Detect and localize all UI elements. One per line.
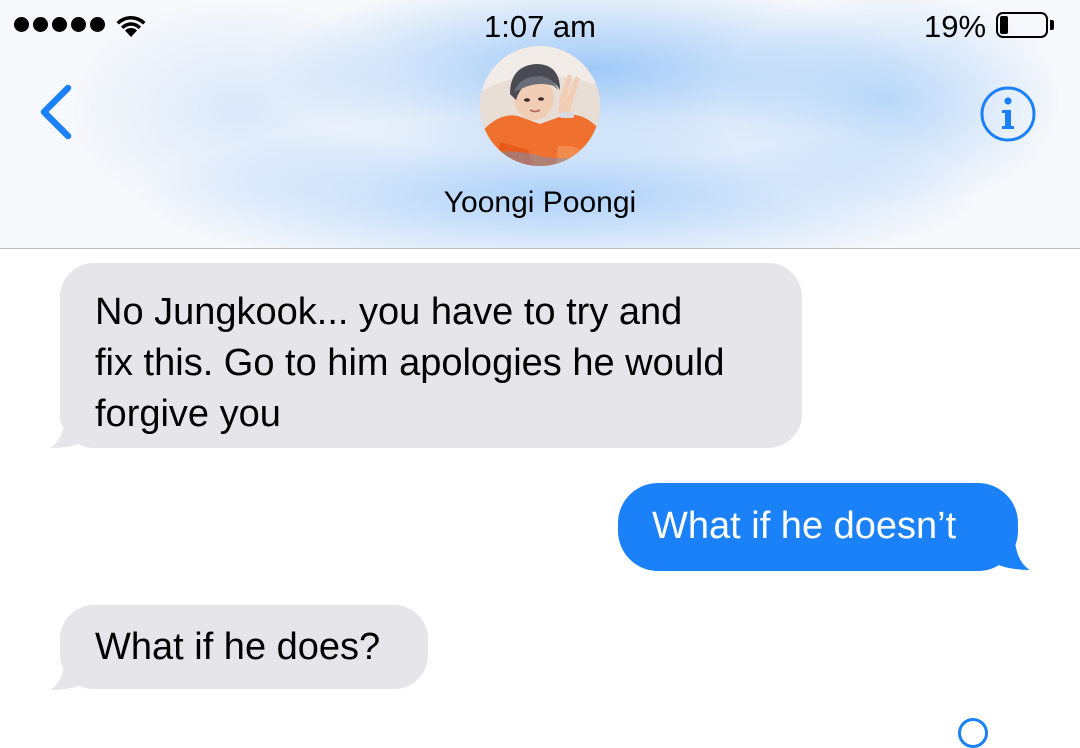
chevron-left-icon (40, 84, 72, 140)
navigation-header: 1:07 am 19% Yoongi Poongi (0, 0, 1080, 249)
battery-percentage: 19% (924, 9, 987, 44)
contact-name[interactable]: Yoongi Poongi (0, 186, 1080, 220)
contact-avatar-photo (480, 46, 600, 166)
battery-icon (996, 12, 1054, 38)
battery-fill (1000, 16, 1008, 34)
message-text: No Jungkook... you have to try and fix t… (95, 291, 725, 435)
read-receipt-icon (958, 718, 988, 748)
message-bubble-received[interactable]: What if he does? (60, 605, 428, 689)
avatar[interactable] (480, 46, 600, 166)
message-bubble-received[interactable]: No Jungkook... you have to try and fix t… (60, 263, 802, 448)
info-button[interactable] (978, 84, 1038, 144)
back-button[interactable] (30, 80, 82, 144)
info-icon (980, 86, 1036, 142)
message-text: What if he doesn’t (652, 505, 957, 547)
status-time: 1:07 am (483, 9, 596, 44)
message-text: What if he does? (95, 626, 381, 668)
message-bubble-sent[interactable]: What if he doesn’t (618, 483, 1018, 571)
